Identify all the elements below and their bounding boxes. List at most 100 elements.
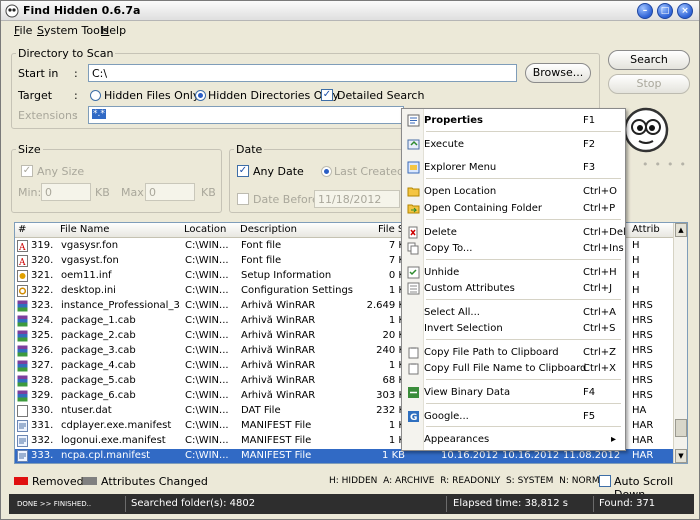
row-file-name: logonui.exe.manifest [61,435,166,446]
detailed-search-checkbox[interactable]: ✓ [321,89,333,101]
rar-archive-icon [17,390,28,402]
auto-scroll-checkbox[interactable] [599,475,611,487]
menu-item-custom-attributes[interactable]: Custom Attributes Ctrl+J [402,280,625,297]
any-date-checkbox[interactable]: ✓ [237,165,249,177]
row-file-name: oem11.inf [61,270,112,281]
row-file-size: 1 K [388,360,405,371]
size-group-label: Size [16,143,43,156]
menu-item-execute[interactable]: Execute F2 [402,136,625,153]
date-before-input[interactable]: 11/18/2012 [314,190,400,208]
col-number[interactable]: # [18,224,26,235]
row-number: 329. [31,390,54,401]
hidden-dirs-label[interactable]: Hidden Directories Only [208,89,339,102]
menu-item-shortcut: Ctrl+S [583,323,616,334]
menu-item-invert-selection[interactable]: Invert Selection Ctrl+S [402,320,625,337]
copy-icon [407,242,419,255]
scroll-up-arrow[interactable]: ▲ [675,223,687,237]
min-label: Min: [18,186,42,199]
menu-item-label: Custom Attributes [424,283,515,294]
col-file-name[interactable]: File Name [60,224,109,235]
scroll-down-arrow[interactable]: ▼ [675,449,687,463]
row-number: 333. [31,450,54,461]
row-location: C:\WIN... [185,255,229,266]
menu-item-delete[interactable]: Delete Ctrl+Del [402,224,626,241]
row-file-name: vgasysr.fon [61,240,119,251]
attributes-changed-swatch [83,477,97,485]
close-button[interactable]: × [677,3,693,19]
row-accessed: 11.08.2012 [563,450,621,461]
menu-item-shortcut: Ctrl+Del [583,227,626,238]
extensions-input[interactable]: *.* [88,106,404,124]
title-bar[interactable]: Find Hidden 0.6.7a – □ × [1,1,699,21]
col-location[interactable]: Location [184,224,226,235]
hidden-files-radio[interactable] [90,90,101,101]
extensions-colon: : [74,109,78,122]
row-file-name: ncpa.cpl.manifest [61,450,151,461]
hidden-dirs-radio[interactable] [195,90,206,101]
hidden-files-label[interactable]: Hidden Files Only [104,89,199,102]
menu-item-copy-full-file-name-to-clipboard[interactable]: Copy Full File Name to Clipboard Ctrl+X [402,360,625,377]
menu-item-copy-to[interactable]: Copy To... Ctrl+Ins [402,240,625,257]
row-attrib: H [632,285,640,296]
context-menu-separator [426,403,621,404]
menu-item-explorer-menu[interactable]: Explorer Menu F3 [402,159,625,176]
any-size-label[interactable]: Any Size [37,165,84,178]
menu-item-open-containing-folder[interactable]: Open Containing Folder Ctrl+P [402,200,625,217]
menu-item-shortcut: Ctrl+Z [583,347,617,358]
col-attrib[interactable]: Attrib [632,224,660,235]
start-in-label: Start in [18,67,59,80]
last-created-radio[interactable] [321,166,332,177]
menu-item-copy-file-path-to-clipboard[interactable]: Copy File Path to Clipboard Ctrl+Z [402,344,625,361]
table-row[interactable]: 333. ncpa.cpl.manifest C:\WIN... MANIFEST F… [15,449,673,463]
row-location: C:\WIN... [185,450,229,461]
date-before-label[interactable]: Date Before [253,193,319,206]
browse-button[interactable]: Browse... [525,63,591,83]
window-title: Find Hidden 0.6.7a [23,4,141,17]
row-location: C:\WIN... [185,435,229,446]
menu-item-view-binary-data[interactable]: View Binary Data F4 [402,384,625,401]
search-button[interactable]: Search [608,50,690,70]
row-file-size: 1 K [388,285,405,296]
row-attrib: HRS [632,390,653,401]
date-before-checkbox[interactable] [237,193,249,205]
row-location: C:\WIN... [185,285,229,296]
stop-button[interactable]: Stop [608,74,690,94]
menu-system-tools[interactable]: System Tools [37,24,109,37]
scroll-thumb[interactable] [675,419,687,437]
row-number: 324. [31,315,54,326]
menu-item-appearances[interactable]: Appearances ▸ [402,431,625,448]
menu-item-shortcut: Ctrl+J [583,283,613,294]
min-size-input[interactable]: 0 [41,183,91,201]
context-menu-separator [426,299,621,300]
maximize-button[interactable]: □ [657,3,673,19]
max-size-input[interactable]: 0 [145,183,195,201]
target-colon: : [74,89,78,102]
menu-item-shortcut: Ctrl+P [583,203,616,214]
any-date-label[interactable]: Any Date [253,165,304,178]
menu-item-label: Appearances [424,434,490,445]
table-scrollbar[interactable]: ▲ ▼ [673,223,687,463]
row-file-name: vgasyst.fon [61,255,119,266]
row-attrib: HRS [632,375,653,386]
menu-item-properties[interactable]: Properties F1 [402,112,625,129]
menu-item-unhide[interactable]: Unhide Ctrl+H [402,264,625,281]
menu-item-label: Properties [424,115,483,126]
col-description[interactable]: Description [240,224,297,235]
context-menu-separator [426,379,621,380]
target-label: Target [18,89,53,102]
menu-file[interactable]: File [14,24,32,37]
detailed-search-label[interactable]: Detailed Search [337,89,424,102]
menu-help[interactable]: Help [101,24,126,37]
row-file-name: cdplayer.exe.manifest [61,420,172,431]
start-in-input[interactable]: C:\ [88,64,517,82]
menu-item-shortcut: F2 [583,139,596,150]
menu-item-google[interactable]: G Google... F5 [402,408,625,425]
row-location: C:\WIN... [185,420,229,431]
menu-item-select-all[interactable]: Select All... Ctrl+A [402,304,625,321]
minimize-button[interactable]: – [637,3,653,19]
row-attrib: HAR [632,420,654,431]
menu-item-open-location[interactable]: Open Location Ctrl+O [402,183,625,200]
any-size-checkbox[interactable]: ✓ [21,165,33,177]
last-created-label[interactable]: Last Created [334,165,404,178]
row-file-size: 1 K [388,435,405,446]
